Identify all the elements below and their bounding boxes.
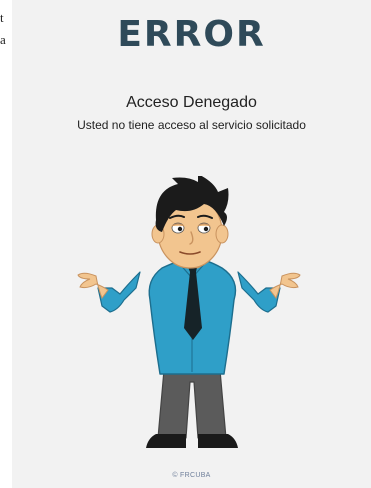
access-denied-message: Usted no tiene acceso al servicio solici… xyxy=(77,118,306,132)
error-panel: ERROR Acceso Denegado Usted no tiene acc… xyxy=(12,0,371,488)
left-edge-cropped-text: t a xyxy=(0,0,12,488)
left-edge-text-fragment: t xyxy=(0,10,4,25)
head xyxy=(151,176,229,269)
shrugging-man-illustration xyxy=(77,176,301,448)
access-denied-heading: Acceso Denegado xyxy=(126,94,257,111)
copyright-label: © FRCUBA xyxy=(172,472,211,479)
left-edge-text-fragment: a xyxy=(0,32,6,47)
error-title: ERROR xyxy=(117,14,266,55)
pants xyxy=(157,369,227,439)
shoes xyxy=(146,434,238,448)
